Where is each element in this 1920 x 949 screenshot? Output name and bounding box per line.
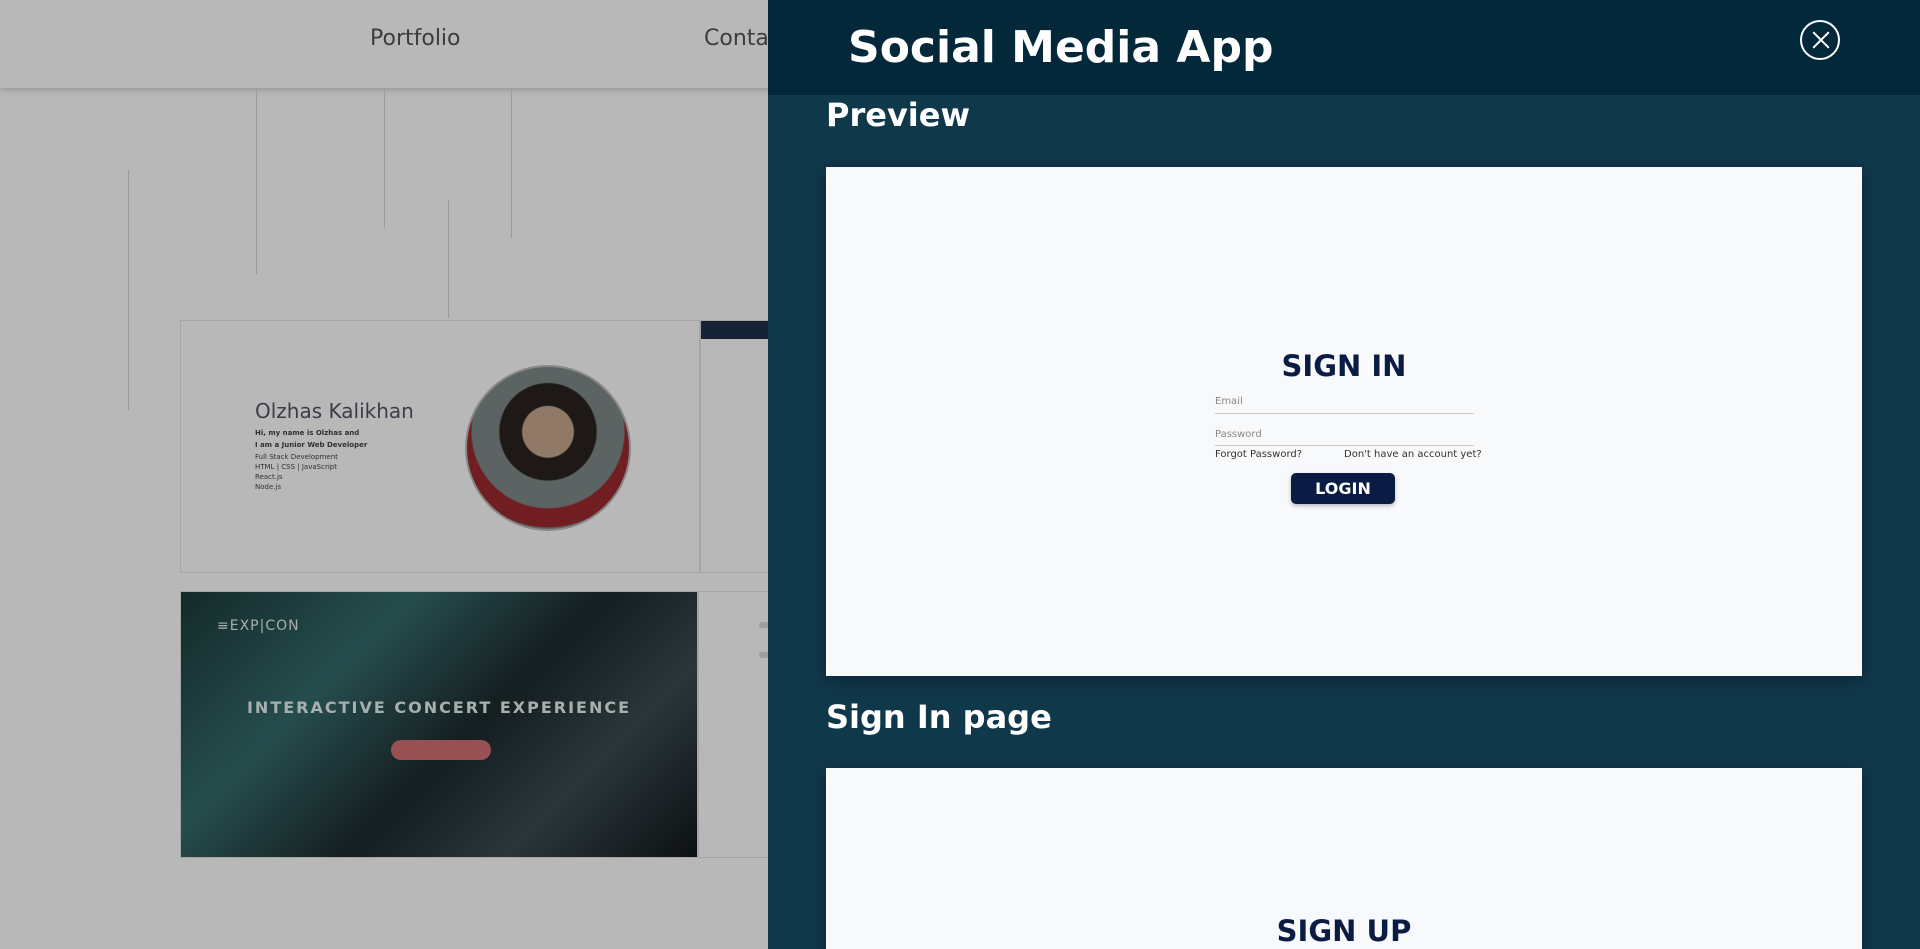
signin-form-title: SIGN IN [1281, 349, 1407, 383]
section-heading-preview: Preview [826, 96, 971, 134]
signup-link[interactable]: Don't have an account yet? [1344, 449, 1482, 460]
password-field-underline [1215, 445, 1474, 446]
password-field[interactable]: Password [1215, 429, 1262, 440]
section-heading-signin: Sign In page [826, 698, 1052, 736]
email-field-underline [1215, 413, 1474, 414]
project-modal: Social Media App Preview SIGN IN Email P… [768, 0, 1920, 949]
email-field[interactable]: Email [1215, 396, 1243, 407]
forgot-password-link[interactable]: Forgot Password? [1215, 449, 1302, 460]
signup-form-title: SIGN UP [1276, 914, 1412, 948]
close-icon[interactable] [1800, 20, 1840, 60]
modal-header: Social Media App [768, 0, 1920, 95]
modal-title: Social Media App [848, 22, 1274, 73]
login-button[interactable]: LOGIN [1291, 473, 1395, 504]
preview-screenshot: SIGN IN Email Password Forgot Password? … [826, 167, 1862, 676]
signin-page-screenshot: SIGN UP [826, 768, 1862, 949]
